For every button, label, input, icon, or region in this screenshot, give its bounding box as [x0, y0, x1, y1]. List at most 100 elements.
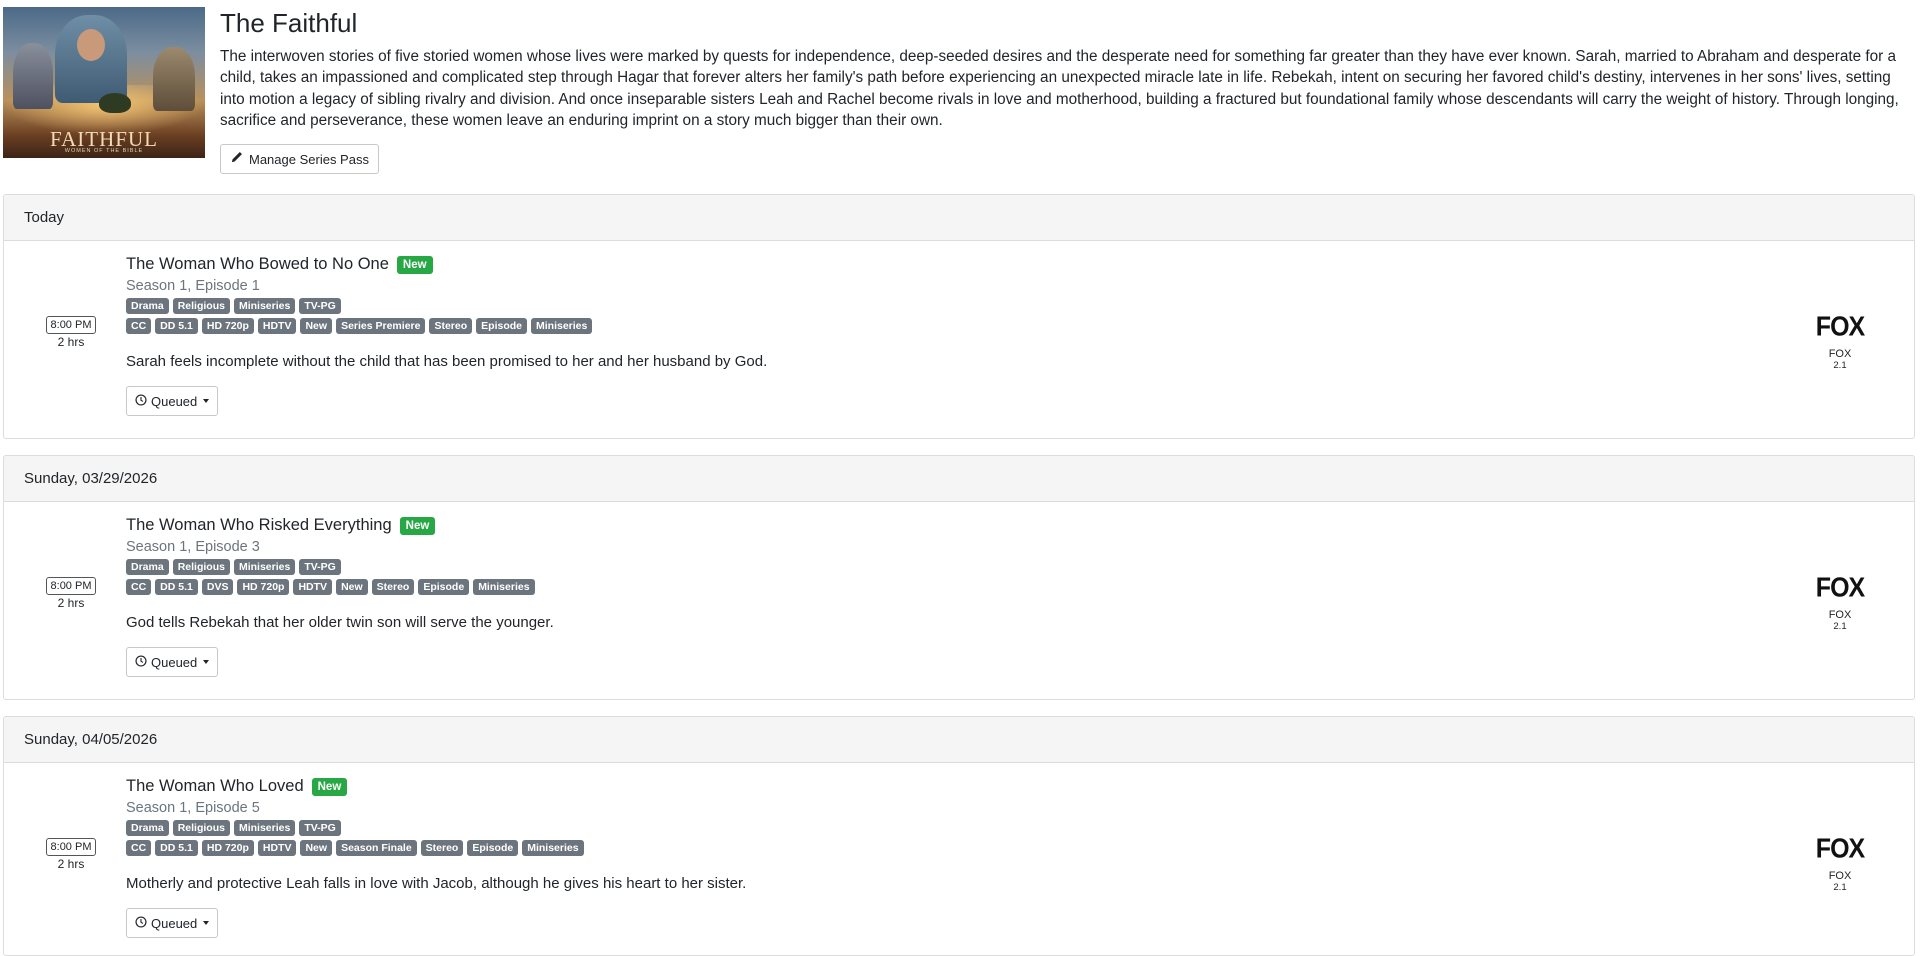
queued-dropdown[interactable]: Queued — [126, 386, 219, 416]
caret-down-icon — [203, 399, 210, 403]
tag: Religious — [172, 820, 230, 836]
tag: HDTV — [293, 579, 333, 595]
tag: New — [300, 840, 333, 856]
tag: HDTV — [257, 840, 297, 856]
time-badge: 8:00 PM — [45, 316, 97, 334]
tag: Miniseries — [473, 579, 535, 595]
channel-logo: FOX — [1815, 833, 1865, 865]
queued-label: Queued — [151, 393, 198, 409]
episode-card: Today 8:00 PM 2 hrs The Woman Who Bowed … — [3, 194, 1915, 439]
tag: Drama — [126, 820, 169, 836]
episode-description: God tells Rebekah that her older twin so… — [126, 614, 554, 631]
channel-number: 2.1 — [1833, 621, 1847, 632]
tag: HD 720p — [201, 318, 254, 334]
channel-name: FOX — [1828, 870, 1852, 882]
feature-tags: CC DD 5.1 HD 720p HDTV New Season Finale… — [126, 840, 746, 856]
episode-description: Motherly and protective Leah falls in lo… — [126, 875, 747, 892]
season-episode: Season 1, Episode 1 — [126, 278, 260, 294]
duration: 2 hrs — [57, 857, 85, 871]
date-header: Sunday, 04/05/2026 — [4, 717, 1914, 763]
page-title: The Faithful — [220, 8, 358, 38]
tag: CC — [126, 579, 152, 595]
tag: DD 5.1 — [155, 579, 198, 595]
channel-name: FOX — [1828, 348, 1852, 360]
genre-tags: Drama Religious Miniseries TV-PG — [126, 820, 746, 836]
episode-info: The Woman Who Bowed to No One New Season… — [126, 255, 767, 416]
genre-tags: Drama Religious Miniseries TV-PG — [126, 298, 767, 314]
tag: TV-PG — [299, 559, 341, 575]
genre-tags: Drama Religious Miniseries TV-PG — [126, 559, 554, 575]
episode-info: The Woman Who Loved New Season 1, Episod… — [126, 777, 746, 938]
episode-title[interactable]: The Woman Who Loved — [126, 777, 304, 796]
tag: DD 5.1 — [155, 840, 198, 856]
tag: New — [336, 579, 368, 595]
tag: CC — [126, 840, 152, 856]
queued-label: Queued — [151, 654, 198, 670]
airtime: 8:00 PM 2 hrs — [43, 576, 99, 610]
queued-dropdown[interactable]: Queued — [126, 647, 219, 677]
tag: Stereo — [429, 318, 473, 334]
new-badge: New — [311, 777, 348, 796]
episode-card: Sunday, 03/29/2026 8:00 PM 2 hrs The Wom… — [3, 455, 1915, 700]
caret-down-icon — [203, 921, 210, 925]
queued-label: Queued — [151, 915, 198, 931]
channel-logo: FOX — [1815, 311, 1865, 343]
channel-number: 2.1 — [1833, 882, 1847, 893]
time-badge: 8:00 PM — [45, 577, 97, 595]
series-description: The interwoven stories of five storied w… — [220, 48, 1899, 129]
duration: 2 hrs — [57, 335, 85, 349]
pencil-icon — [230, 151, 243, 167]
manage-series-pass-button[interactable]: Manage Series Pass — [220, 144, 379, 174]
feature-tags: CC DD 5.1 HD 720p HDTV New Series Premie… — [126, 318, 767, 334]
channel: FOX FOX 2.1 — [1810, 833, 1870, 893]
caret-down-icon — [203, 660, 210, 664]
time-badge: 8:00 PM — [45, 838, 97, 856]
tag: Episode — [467, 840, 519, 856]
tag: Miniseries — [233, 298, 296, 314]
manage-series-pass-label: Manage Series Pass — [249, 151, 369, 167]
channel-number: 2.1 — [1833, 360, 1847, 371]
tag: Miniseries — [531, 318, 593, 334]
tag: Miniseries — [233, 559, 296, 575]
tag: Episode — [476, 318, 527, 334]
tag: Drama — [126, 559, 169, 575]
duration: 2 hrs — [57, 596, 85, 610]
tag: Drama — [126, 298, 169, 314]
tag: Stereo — [420, 840, 464, 856]
episode-info: The Woman Who Risked Everything New Seas… — [126, 516, 554, 677]
channel-logo: FOX — [1815, 572, 1865, 604]
channel: FOX FOX 2.1 — [1810, 311, 1870, 371]
series-poster: FAITHFUL WOMEN OF THE BIBLE — [3, 7, 205, 158]
clock-icon — [135, 393, 147, 409]
tag: Series Premiere — [336, 318, 426, 334]
tag: Religious — [172, 298, 230, 314]
episode-card: Sunday, 04/05/2026 8:00 PM 2 hrs The Wom… — [3, 716, 1915, 956]
queued-dropdown[interactable]: Queued — [126, 908, 219, 938]
airtime: 8:00 PM 2 hrs — [43, 837, 99, 871]
season-episode: Season 1, Episode 5 — [126, 800, 260, 816]
tag: TV-PG — [299, 820, 341, 836]
date-header: Today — [4, 195, 1914, 241]
tag: Stereo — [371, 579, 415, 595]
new-badge: New — [396, 255, 433, 274]
tag: Episode — [418, 579, 470, 595]
date-header: Sunday, 03/29/2026 — [4, 456, 1914, 502]
tag: HD 720p — [237, 579, 290, 595]
season-episode: Season 1, Episode 3 — [126, 539, 260, 555]
poster-subtitle: WOMEN OF THE BIBLE — [64, 148, 144, 154]
tag: TV-PG — [299, 298, 341, 314]
tag: HDTV — [257, 318, 297, 334]
episode-title[interactable]: The Woman Who Bowed to No One — [126, 255, 389, 274]
episode-title[interactable]: The Woman Who Risked Everything — [126, 516, 392, 535]
tag: Religious — [172, 559, 230, 575]
clock-icon — [135, 915, 147, 931]
channel: FOX FOX 2.1 — [1810, 572, 1870, 632]
tag: HD 720p — [201, 840, 254, 856]
airtime: 8:00 PM 2 hrs — [43, 315, 99, 349]
episode-description: Sarah feels incomplete without the child… — [126, 353, 768, 370]
tag: CC — [126, 318, 152, 334]
tag: DVS — [201, 579, 234, 595]
clock-icon — [135, 654, 147, 670]
tag: Season Finale — [336, 840, 417, 856]
feature-tags: CC DD 5.1 DVS HD 720p HDTV New Stereo Ep… — [126, 579, 554, 595]
